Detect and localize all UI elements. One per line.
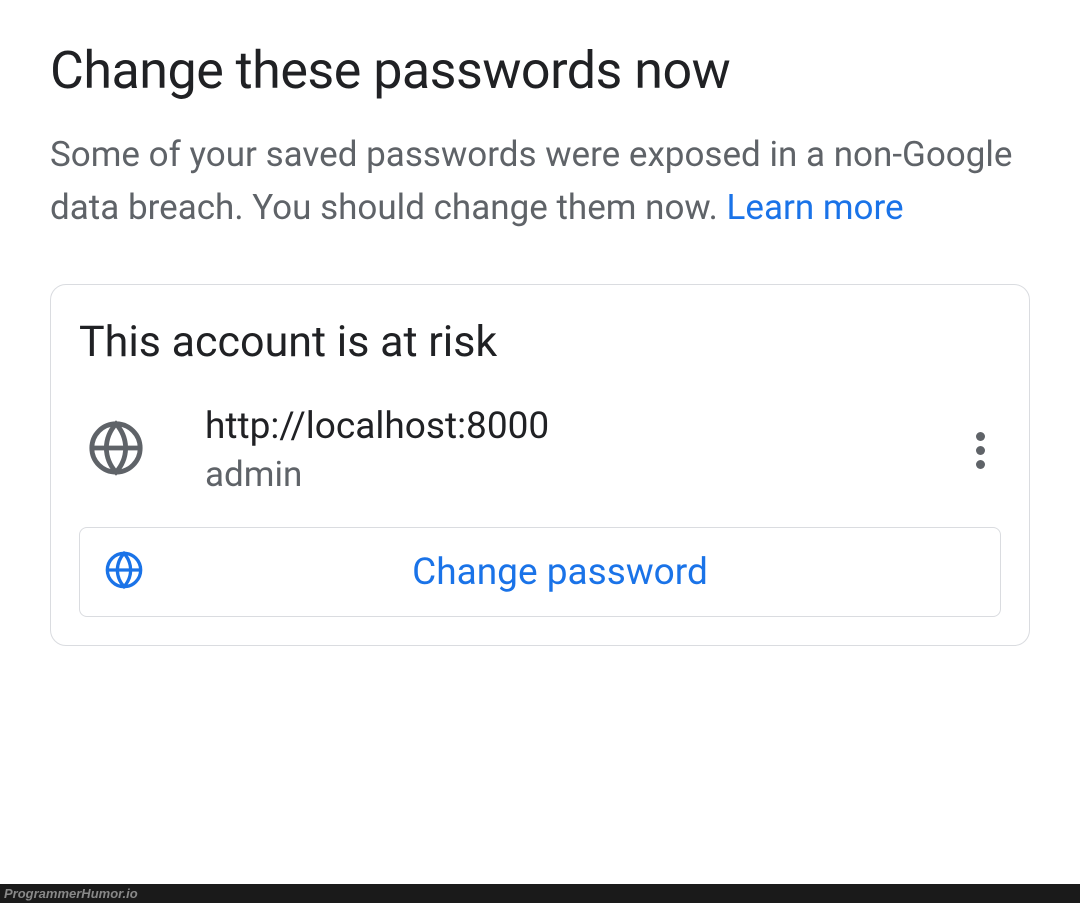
change-password-label: Change password <box>144 551 976 594</box>
username: admin <box>205 454 968 495</box>
learn-more-link[interactable]: Learn more <box>727 187 904 228</box>
card-title: This account is at risk <box>79 317 1001 367</box>
more-menu-button[interactable] <box>968 424 993 477</box>
alert-description: Some of your saved passwords were expose… <box>50 129 1030 234</box>
security-alert-container: Change these passwords now Some of your … <box>0 0 1080 676</box>
globe-icon <box>87 419 145 481</box>
account-info: http://localhost:8000 admin <box>205 405 968 495</box>
watermark: ProgrammerHumor.io <box>4 886 138 901</box>
page-title: Change these passwords now <box>50 40 1030 101</box>
change-password-button[interactable]: Change password <box>79 527 1001 617</box>
globe-icon <box>104 550 144 594</box>
more-dots-icon <box>976 432 985 441</box>
footer-bar <box>0 884 1080 903</box>
account-row: http://localhost:8000 admin <box>79 405 1001 495</box>
site-url: http://localhost:8000 <box>205 405 968 448</box>
account-risk-card: This account is at risk http://localhost… <box>50 284 1030 646</box>
